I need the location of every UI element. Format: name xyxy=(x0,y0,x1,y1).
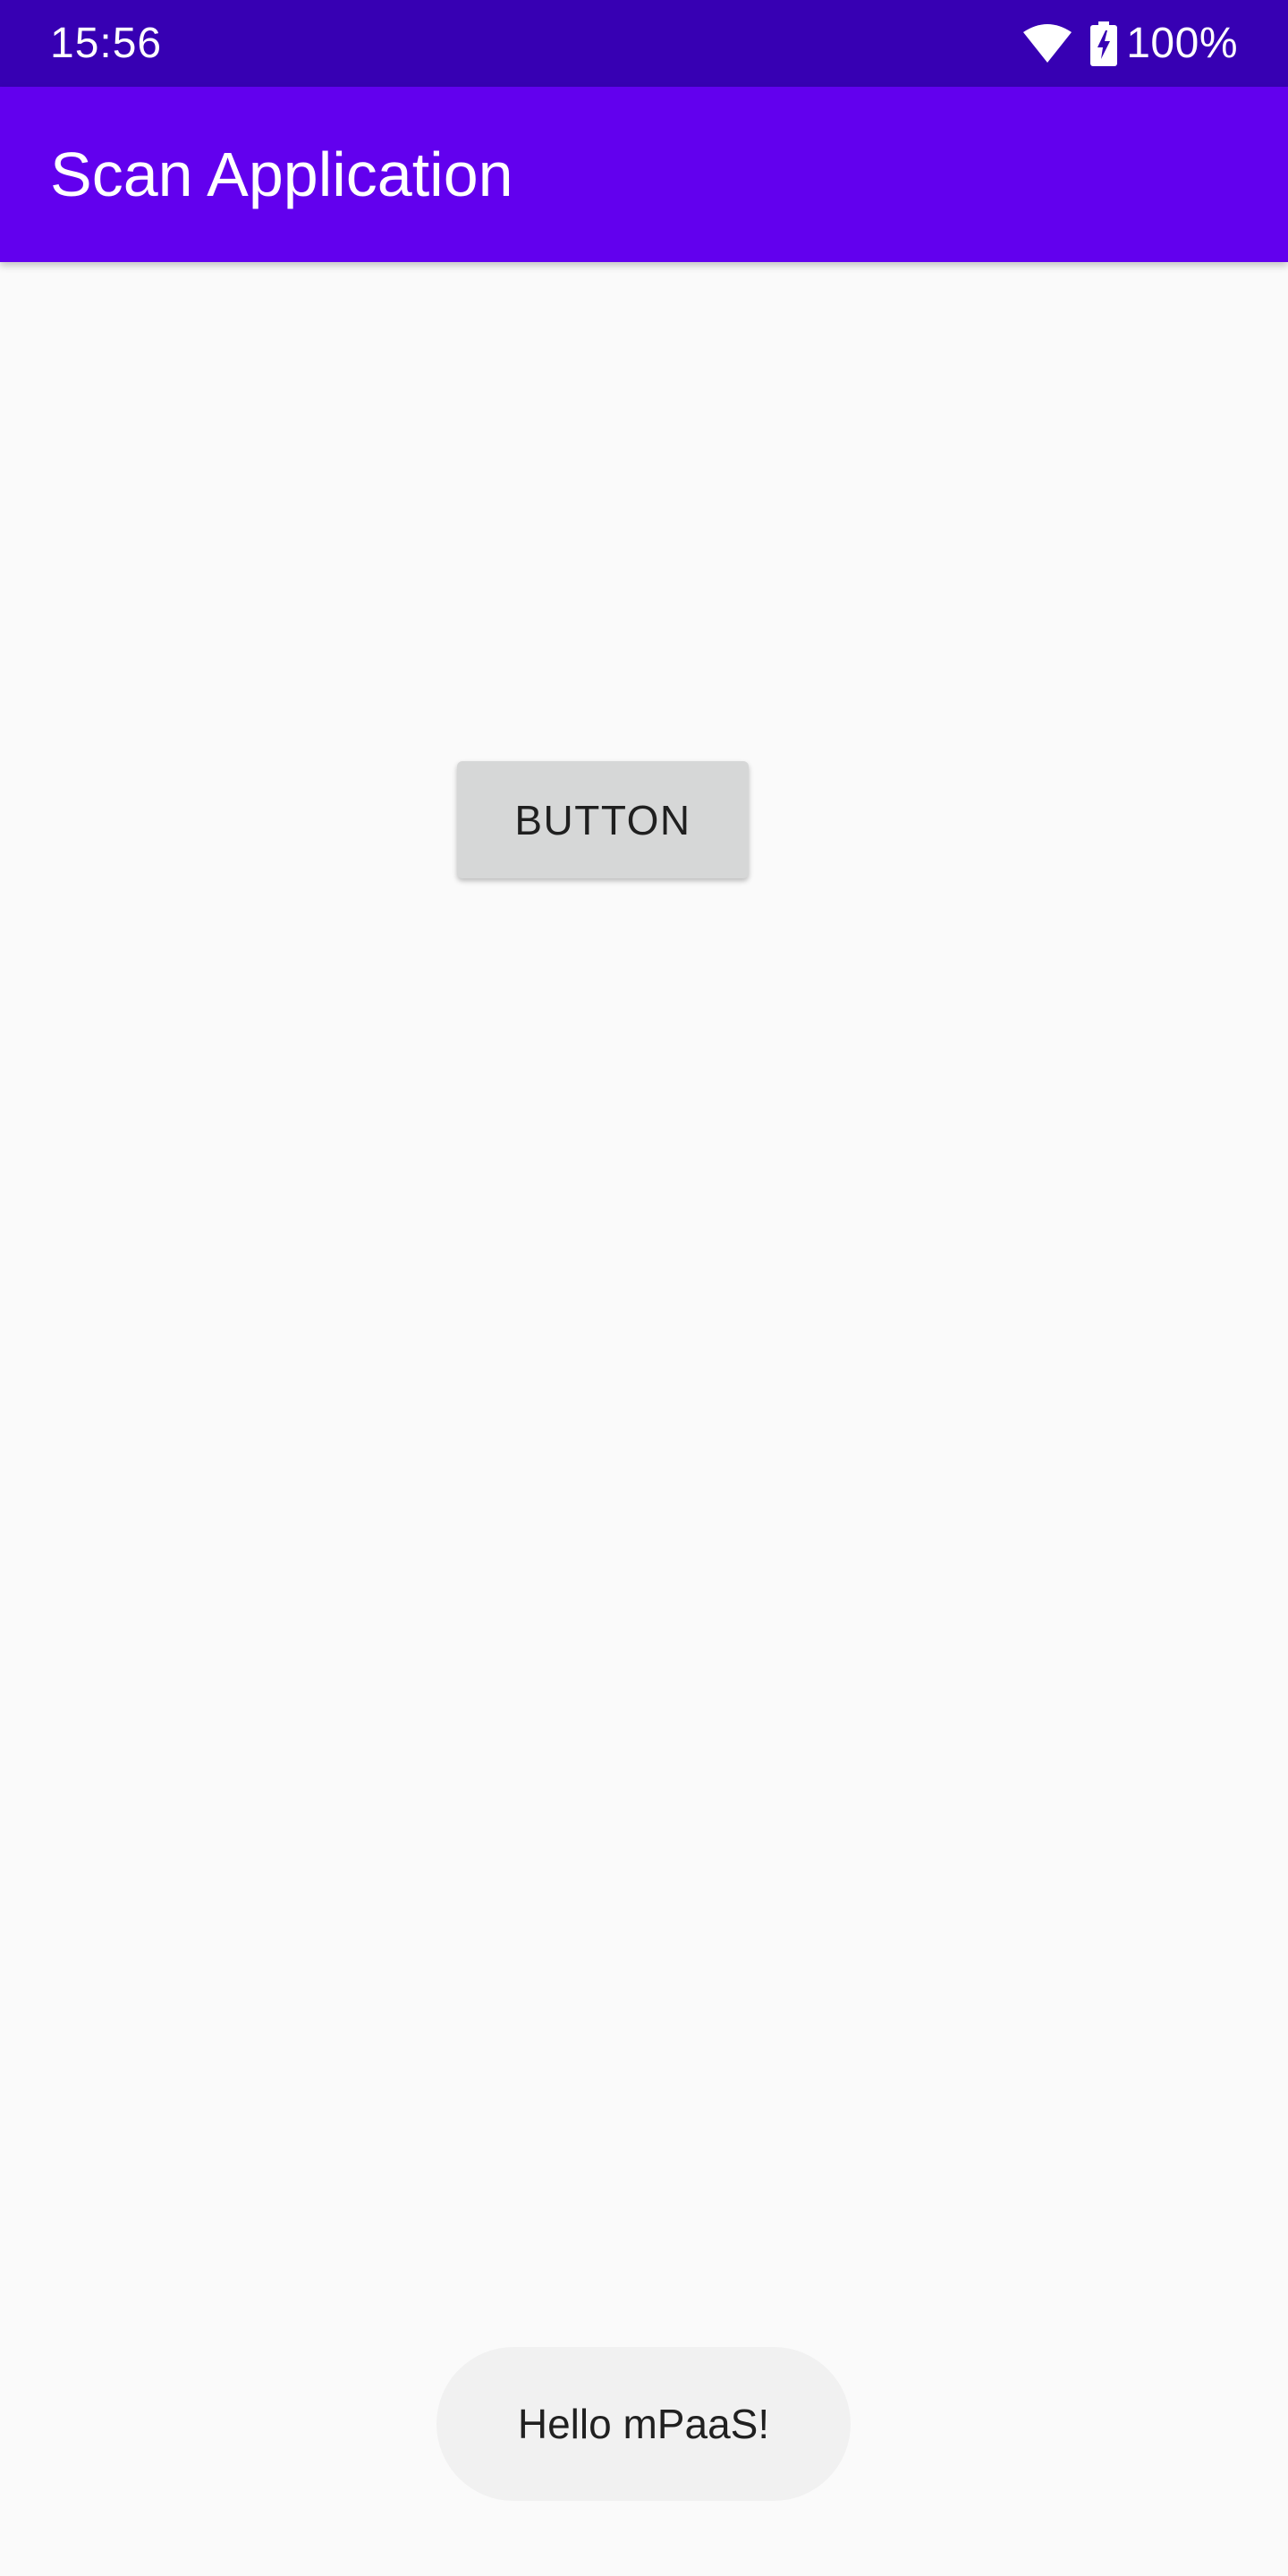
app-title: Scan Application xyxy=(50,140,513,209)
wifi-icon xyxy=(1023,24,1072,63)
status-time: 15:56 xyxy=(50,20,163,67)
battery-charging-icon xyxy=(1090,21,1118,66)
toast-message: Hello mPaaS! xyxy=(436,2347,851,2501)
main-button[interactable]: BUTTON xyxy=(457,761,749,878)
battery-percentage: 100% xyxy=(1126,20,1238,67)
toast-text: Hello mPaaS! xyxy=(517,2401,770,2447)
status-indicators: 100% xyxy=(1022,20,1238,68)
app-screen: 15:56 100% Scan Application BUTTON Hello… xyxy=(0,0,1288,2576)
app-bar: Scan Application xyxy=(0,87,1288,262)
status-bar: 15:56 100% xyxy=(0,0,1288,87)
